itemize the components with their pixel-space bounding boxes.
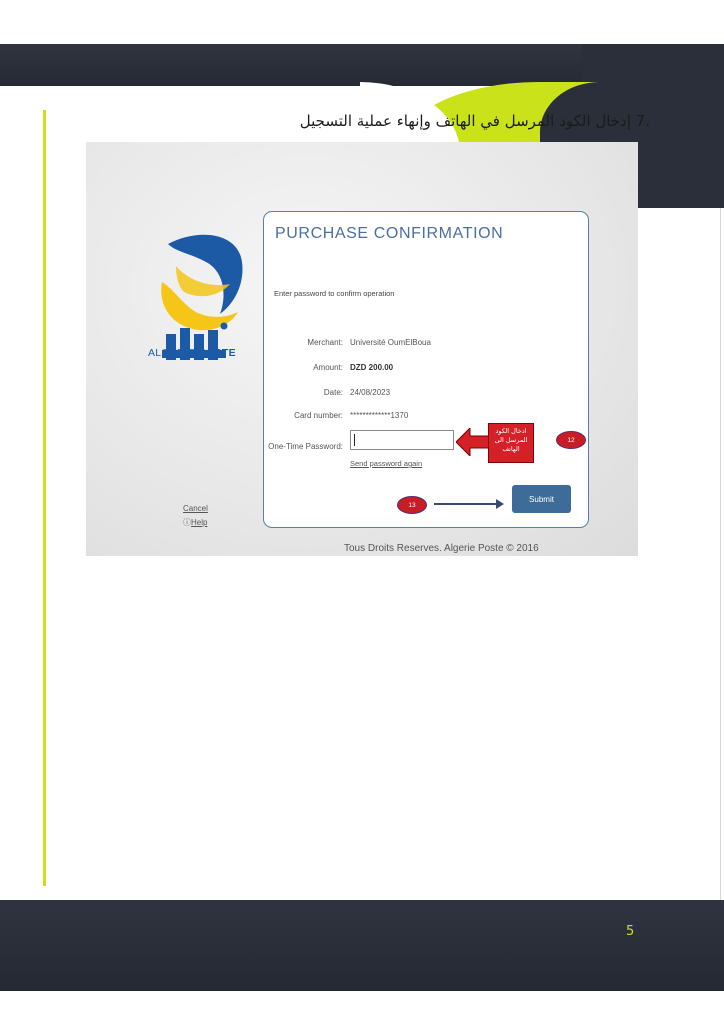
card-number-label: Card number: [294, 411, 343, 420]
payment-screenshot: ALGÉRIE POSTE PURCHASE CONFIRMATION Ente… [86, 142, 638, 556]
purchase-title: PURCHASE CONFIRMATION [275, 225, 504, 242]
merchant-value: Université OumElBoua [350, 338, 431, 347]
logo-text: ALGÉRIE POSTE [148, 347, 258, 359]
step-13-badge: 13 [397, 496, 427, 514]
merchant-row: Merchant: Université OumElBoua [264, 338, 584, 352]
submit-button[interactable]: Submit [512, 485, 571, 513]
merchant-label: Merchant: [307, 338, 343, 347]
otp-label: One-Time Password: [268, 442, 343, 451]
red-arrow-icon [456, 428, 492, 456]
text-cursor [354, 434, 355, 446]
help-icon: ⓘ [183, 518, 191, 527]
otp-input[interactable] [350, 430, 454, 450]
purchase-subtitle: Enter password to confirm operation [274, 289, 395, 298]
left-accent-rule [43, 110, 46, 886]
date-label: Date: [323, 388, 343, 397]
cancel-link[interactable]: Cancel [183, 504, 208, 513]
page-number: 5 [626, 924, 635, 939]
date-row: Date: 24/08/2023 [264, 388, 584, 402]
footer-band [0, 900, 724, 991]
logo-text-left: ALGÉRIE [148, 347, 199, 359]
help-link[interactable]: ⓘHelp [183, 517, 207, 528]
right-border-rule [720, 208, 721, 900]
blue-arrow-icon [434, 499, 504, 509]
step-title: .7 إدخال الكود المرسل في الهاتف وإنهاء ع… [299, 112, 650, 130]
logo-text-right: POSTE [198, 347, 236, 359]
step-12-badge: 12 [556, 431, 586, 449]
purchase-card: PURCHASE CONFIRMATION Enter password to … [263, 211, 589, 528]
amount-value: DZD 200.00 [350, 363, 394, 372]
help-label: Help [191, 518, 208, 527]
copyright-text: Tous Droits Reserves. Algerie Poste © 20… [344, 543, 539, 554]
amount-label: Amount: [313, 363, 343, 372]
amount-row: Amount: DZD 200.00 [264, 363, 584, 377]
date-value: 24/08/2023 [350, 388, 391, 397]
send-password-again-link[interactable]: Send password again [350, 459, 422, 468]
otp-annotation-box: ادخال الكود المرسل الى الهاتف [488, 423, 534, 463]
card-number-row: Card number: *************1370 [264, 411, 584, 425]
card-number-value: *************1370 [350, 411, 409, 420]
